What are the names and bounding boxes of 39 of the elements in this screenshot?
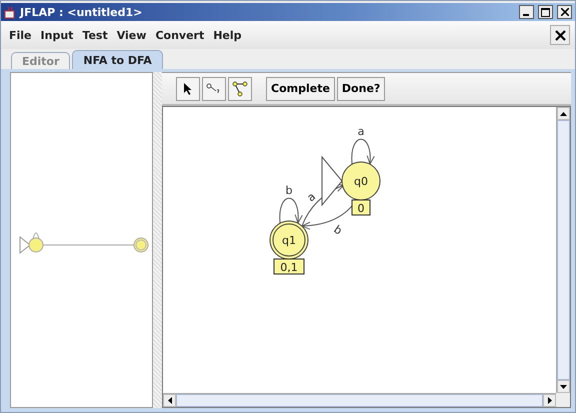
menu-item[interactable]: View <box>114 28 152 42</box>
menu-item[interactable]: Help <box>210 28 248 42</box>
right-arrow-icon <box>548 397 552 404</box>
state-node[interactable]: q0 <box>342 162 380 200</box>
minimize-button[interactable] <box>519 5 534 19</box>
state-node[interactable]: q1 <box>270 220 308 260</box>
state-label: 0,1 <box>274 258 304 274</box>
coffee-cup-icon <box>4 6 16 18</box>
splitter-handle[interactable] <box>153 72 162 408</box>
menu-item[interactable]: File <box>6 28 38 42</box>
transition-label: b <box>286 184 292 197</box>
expand-state-button[interactable] <box>202 76 226 100</box>
left-arrow-icon <box>168 397 172 404</box>
state-expand-icon <box>206 82 222 96</box>
close-icon <box>560 8 568 16</box>
pointer-icon <box>183 82 193 94</box>
maximize-icon <box>541 8 550 16</box>
transition-label: b <box>331 222 344 238</box>
state-tree-icon <box>232 80 248 96</box>
window-title: JFLAP : <untitled1> <box>20 6 144 18</box>
transition-label: a <box>304 190 318 204</box>
close-icon <box>554 30 566 40</box>
up-arrow-icon <box>560 112 567 116</box>
close-tab-button[interactable] <box>550 25 570 45</box>
state-label: 0 <box>352 200 370 216</box>
menu-item[interactable]: Input <box>38 28 80 42</box>
down-arrow-icon <box>560 384 567 388</box>
horizontal-scrollbar[interactable] <box>163 393 556 407</box>
select-tool-button[interactable] <box>176 76 200 100</box>
transition-label: a <box>358 125 364 138</box>
tab[interactable]: NFA to DFA <box>72 50 163 69</box>
maximize-button[interactable] <box>538 5 553 19</box>
menu-item[interactable]: Test <box>79 28 114 42</box>
vertical-scrollbar[interactable] <box>556 107 570 393</box>
toolbar-button[interactable]: Done? <box>336 76 386 100</box>
close-button[interactable] <box>557 5 572 19</box>
toolbar-button[interactable]: Complete <box>266 76 335 100</box>
menu-item[interactable]: Convert <box>152 28 210 42</box>
expand-all-button[interactable] <box>228 76 252 100</box>
